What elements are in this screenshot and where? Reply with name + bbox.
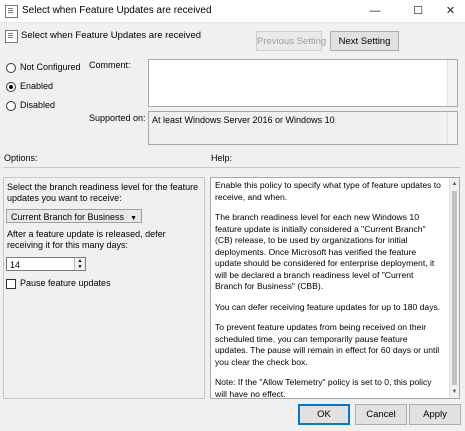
scroll-up-icon[interactable]: ▲ xyxy=(450,178,459,190)
maximize-button[interactable]: ☐ xyxy=(400,0,436,22)
next-setting-button[interactable]: Next Setting xyxy=(330,31,399,51)
defer-days-value: 14 xyxy=(10,260,21,270)
pause-label: Pause feature updates xyxy=(20,278,111,288)
comment-label: Comment: xyxy=(89,60,131,70)
radio-not-configured-label: Not Configured xyxy=(20,62,81,72)
cancel-button[interactable]: Cancel xyxy=(355,404,407,425)
close-button[interactable]: ✕ xyxy=(436,0,465,22)
minimize-button[interactable]: — xyxy=(357,0,393,22)
help-text: Enable this policy to specify what type … xyxy=(215,180,441,409)
radio-enabled-indicator[interactable] xyxy=(6,81,16,92)
comment-scrollbar[interactable] xyxy=(447,60,457,106)
radio-disabled-indicator[interactable] xyxy=(6,100,16,111)
help-paragraph-5: Note: If the "Allow Telemetry" policy is… xyxy=(215,377,432,399)
policy-app-icon xyxy=(5,5,18,18)
radio-enabled-label: Enabled xyxy=(20,81,54,91)
branch-readiness-dropdown[interactable]: Current Branch for Business ▼ xyxy=(6,209,142,223)
title-bar: Select when Feature Updates are received… xyxy=(0,0,465,23)
help-paragraph-3: You can defer receiving feature updates … xyxy=(215,301,441,312)
help-paragraph-1: Enable this policy to specify what type … xyxy=(215,180,441,202)
radio-disabled[interactable]: Disabled xyxy=(6,100,55,111)
help-paragraph-2: The branch readiness level for each new … xyxy=(215,212,435,291)
ok-button[interactable]: OK xyxy=(298,404,350,425)
scroll-thumb[interactable] xyxy=(452,191,457,385)
close-icon: ✕ xyxy=(445,5,456,17)
supported-on-label: Supported on: xyxy=(89,113,146,123)
policy-name: Select when Feature Updates are received xyxy=(21,30,202,41)
previous-setting-button[interactable]: Previous Setting xyxy=(256,31,326,51)
radio-enabled[interactable]: Enabled xyxy=(6,81,53,92)
pause-checkbox[interactable] xyxy=(6,278,16,289)
radio-not-configured[interactable]: Not Configured xyxy=(6,62,81,73)
chevron-down-icon: ▼ xyxy=(130,215,137,222)
supported-on-value: At least Windows Server 2016 or Windows … xyxy=(152,115,335,125)
section-divider xyxy=(4,167,460,168)
defer-prompt: After a feature update is released, defe… xyxy=(7,229,166,250)
maximize-icon: ☐ xyxy=(413,5,423,17)
spinner-buttons[interactable]: ▲ ▼ xyxy=(74,258,85,270)
defer-days-spinner[interactable]: 14 ▲ ▼ xyxy=(6,257,86,271)
supported-on-box: At least Windows Server 2016 or Windows … xyxy=(148,111,458,145)
branch-readiness-value: Current Branch for Business xyxy=(11,212,125,222)
scroll-down-icon[interactable]: ▼ xyxy=(450,386,459,398)
pause-feature-updates[interactable]: Pause feature updates xyxy=(6,278,111,289)
window-title: Select when Feature Updates are received xyxy=(22,5,212,16)
help-heading: Help: xyxy=(211,153,233,163)
radio-not-configured-indicator[interactable] xyxy=(6,62,16,73)
apply-button[interactable]: Apply xyxy=(409,404,461,425)
comment-textbox[interactable] xyxy=(148,59,458,107)
minimize-icon: — xyxy=(369,5,381,17)
policy-icon xyxy=(5,30,18,43)
help-scrollbar[interactable]: ▲ ▼ xyxy=(449,178,459,398)
branch-prompt: Select the branch readiness level for th… xyxy=(7,182,199,203)
options-heading: Options: xyxy=(4,153,38,163)
spinner-down-icon[interactable]: ▼ xyxy=(75,264,85,270)
help-panel: Enable this policy to specify what type … xyxy=(210,177,460,399)
supported-scrollbar[interactable] xyxy=(447,112,457,144)
radio-disabled-label: Disabled xyxy=(20,100,56,110)
help-paragraph-4: To prevent feature updates from being re… xyxy=(215,322,440,367)
